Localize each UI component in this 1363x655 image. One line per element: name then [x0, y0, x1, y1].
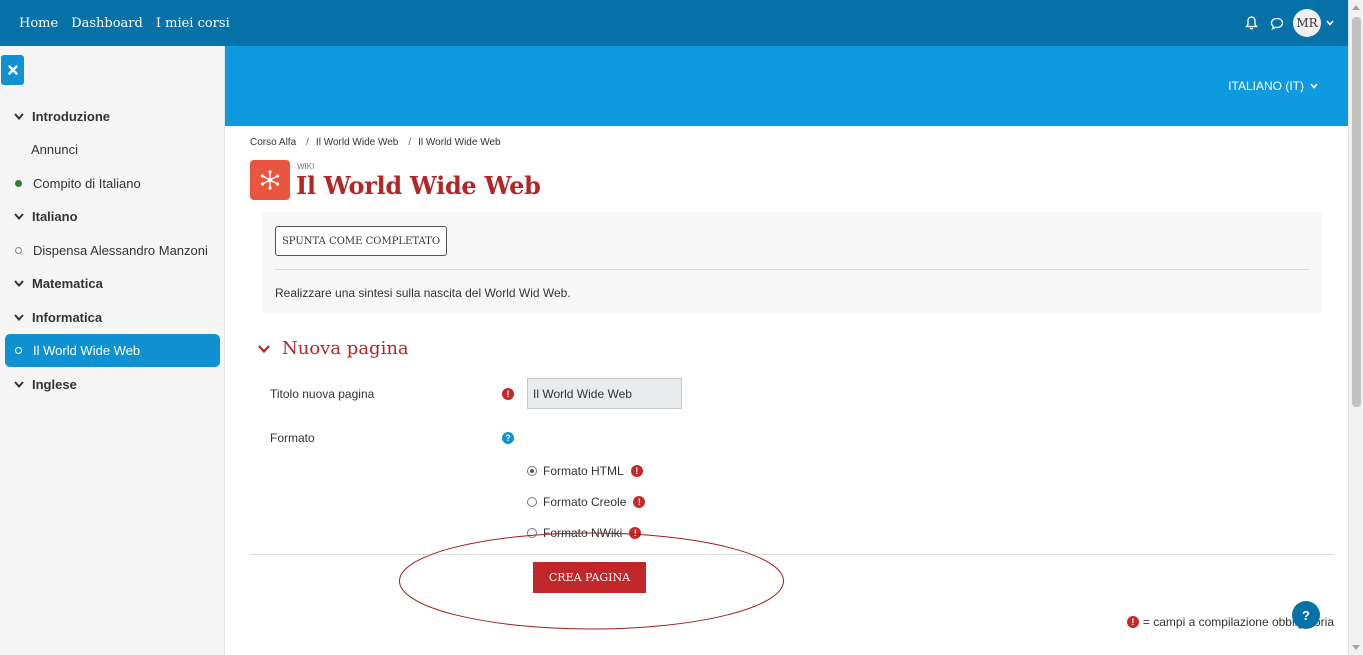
- activity-info-box: SPUNTA COME COMPLETATO Realizzare una si…: [262, 212, 1322, 313]
- module-type-label: WIKI: [297, 162, 315, 171]
- scroll-up-arrow-icon[interactable]: [1352, 5, 1360, 10]
- chevron-down-icon[interactable]: [14, 381, 24, 388]
- chevron-down-icon: [258, 344, 270, 353]
- chevron-down-icon[interactable]: [14, 314, 24, 321]
- sidebar-item-compito-di-italiano[interactable]: Compito di Italiano: [5, 167, 220, 200]
- page-header-band: ITALIANO (IT): [225, 46, 1348, 126]
- user-menu-chevron-down-icon[interactable]: [1326, 20, 1334, 26]
- format-option-creole[interactable]: Formato Creole !: [527, 495, 646, 509]
- language-menu[interactable]: ITALIANO (IT): [1228, 79, 1318, 93]
- new-page-section-toggle[interactable]: Nuova pagina: [258, 338, 409, 359]
- chevron-down-icon[interactable]: [14, 213, 24, 220]
- scroll-down-arrow-icon[interactable]: [1352, 645, 1360, 650]
- completed-dot-icon: [15, 180, 22, 187]
- breadcrumb: Corso Alfa / Il World Wide Web / Il Worl…: [250, 137, 501, 148]
- navbar-user-area: MR: [1234, 9, 1334, 37]
- sidebar-item-il-world-wide-web[interactable]: Il World Wide Web: [5, 334, 220, 367]
- breadcrumb-separator: /: [408, 137, 412, 148]
- info-divider: [275, 269, 1309, 270]
- chevron-down-icon[interactable]: [14, 113, 24, 120]
- nav-home-link[interactable]: Home: [19, 16, 58, 31]
- nav-dashboard-link[interactable]: Dashboard: [71, 16, 143, 31]
- sidebar-section-italiano[interactable]: Italiano: [5, 200, 220, 233]
- radio-button[interactable]: [527, 466, 537, 476]
- page-scrollbar[interactable]: [1348, 0, 1363, 655]
- sidebar-item-annunci[interactable]: Annunci: [5, 133, 220, 166]
- page-title-field-label: Titolo nuova pagina: [270, 387, 375, 401]
- required-icon: !: [633, 496, 646, 508]
- close-icon: [7, 65, 18, 75]
- chevron-down-icon[interactable]: [14, 280, 24, 287]
- new-page-section-title: Nuova pagina: [282, 338, 409, 359]
- top-navbar: Home Dashboard I miei corsi MR: [0, 0, 1348, 46]
- sidebar-section-informatica[interactable]: Informatica: [5, 301, 220, 334]
- breadcrumb-separator: /: [306, 137, 309, 148]
- breadcrumb-page-link[interactable]: Il World Wide Web: [418, 137, 500, 148]
- help-button[interactable]: ?: [1292, 601, 1320, 629]
- language-label: ITALIANO (IT): [1228, 79, 1304, 93]
- format-option-html[interactable]: Formato HTML !: [527, 464, 643, 478]
- user-avatar[interactable]: MR: [1293, 9, 1321, 37]
- sidebar-section-label: Introduzione: [32, 109, 110, 124]
- sidebar-item-label: Il World Wide Web: [33, 343, 141, 358]
- activity-description: Realizzare una sintesi sulla nascita del…: [275, 286, 571, 300]
- format-field-label: Formato: [270, 431, 315, 445]
- sidebar-section-inglese[interactable]: Inglese: [5, 368, 220, 401]
- wiki-icon: [250, 160, 290, 200]
- sidebar-section-label: Informatica: [32, 310, 103, 325]
- close-sidebar-button[interactable]: [1, 55, 24, 85]
- breadcrumb-wiki-link[interactable]: Il World Wide Web: [316, 137, 398, 148]
- help-icon[interactable]: ?: [502, 432, 514, 444]
- required-icon: !: [630, 465, 643, 477]
- radio-button[interactable]: [527, 497, 537, 507]
- sidebar-section-introduzione[interactable]: Introduzione: [5, 100, 220, 133]
- incomplete-circle-icon: [15, 247, 22, 254]
- breadcrumb-course-link[interactable]: Corso Alfa: [250, 137, 296, 148]
- bell-icon[interactable]: [1242, 14, 1260, 32]
- sidebar-item-label: Annunci: [31, 142, 78, 157]
- sidebar-item-label: Dispensa Alessandro Manzoni: [33, 243, 208, 258]
- radio-label: Formato HTML: [543, 464, 624, 478]
- nav-my-courses-link[interactable]: I miei corsi: [156, 16, 230, 31]
- incomplete-circle-icon: [15, 347, 22, 354]
- sidebar-item-label: Compito di Italiano: [33, 176, 141, 191]
- radio-label: Formato Creole: [543, 495, 627, 509]
- scroll-thumb[interactable]: [1352, 17, 1361, 407]
- course-index-sidebar: Introduzione Annunci Compito di Italiano…: [0, 46, 225, 655]
- mark-as-done-button[interactable]: SPUNTA COME COMPLETATO: [275, 226, 447, 256]
- sidebar-item-dispensa-alessandro-manzoni[interactable]: Dispensa Alessandro Manzoni: [5, 234, 220, 267]
- page-title: Il World Wide Web: [296, 171, 541, 200]
- sidebar-section-label: Italiano: [32, 209, 78, 224]
- required-icon: !: [1126, 616, 1139, 628]
- page-title-input[interactable]: [527, 378, 682, 409]
- chat-icon[interactable]: [1268, 14, 1286, 32]
- sidebar-section-label: Inglese: [32, 377, 77, 392]
- annotation-ellipse: [399, 532, 784, 630]
- chevron-down-icon: [1310, 83, 1318, 89]
- required-icon: !: [502, 388, 514, 400]
- sidebar-section-matematica[interactable]: Matematica: [5, 267, 220, 300]
- sidebar-section-label: Matematica: [32, 276, 103, 291]
